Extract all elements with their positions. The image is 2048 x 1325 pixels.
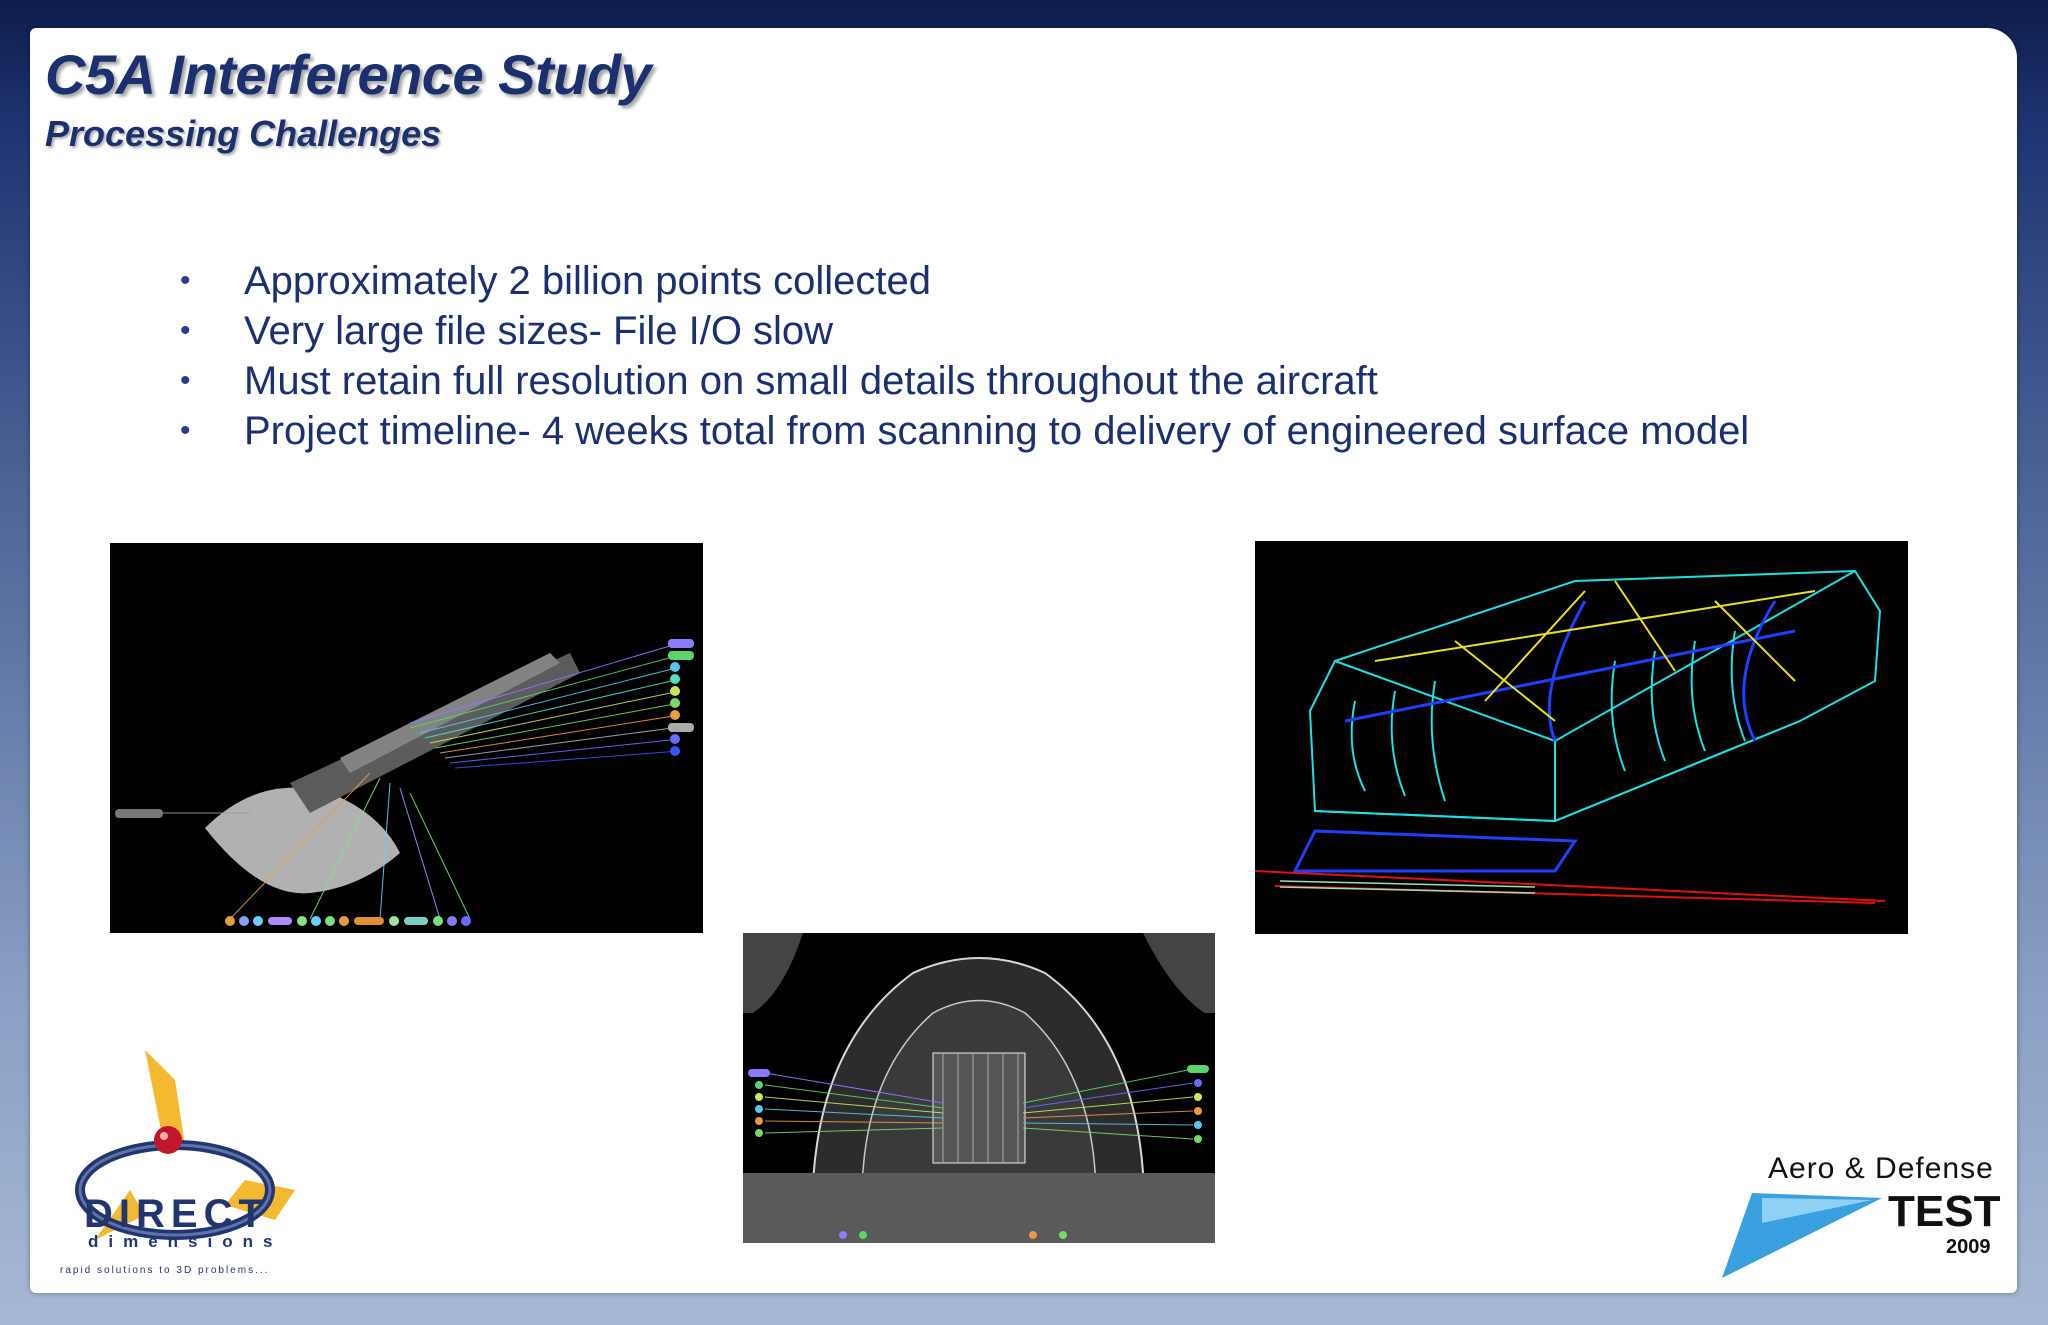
logo-tagline: rapid solutions to 3D problems... xyxy=(60,1265,270,1276)
bullet-dot: • xyxy=(180,364,191,397)
bullet-list: • Approximately 2 billion points collecte… xyxy=(180,256,1749,456)
test-logo-text: TEST xyxy=(1888,1187,2001,1236)
bullet-item: • Must retain full resolution on small de… xyxy=(180,356,1749,406)
bullet-dot: • xyxy=(180,314,191,347)
year-logo-text: 2009 xyxy=(1946,1236,1991,1258)
engineered-surface-wireframe-image xyxy=(1255,541,1908,934)
dimensions-logo-text: dimensions xyxy=(88,1232,283,1251)
bullet-text: Project timeline- 4 weeks total from sca… xyxy=(244,409,1750,453)
point-cloud-scan-graphic xyxy=(110,543,703,933)
slide-title: C5A Interference Study xyxy=(45,43,652,106)
direct-logo-text: DIRECT xyxy=(84,1192,269,1236)
slide-subtitle: Processing Challenges xyxy=(45,113,442,154)
bullet-dot: • xyxy=(180,414,191,447)
bullet-item: • Approximately 2 billion points collecte… xyxy=(180,256,1749,306)
bullet-text: Approximately 2 billion points collected xyxy=(244,259,932,303)
wireframe-graphic xyxy=(1255,541,1908,934)
bullet-item: • Project timeline- 4 weeks total from sc… xyxy=(180,406,1749,456)
aero-defense-swoosh-icon xyxy=(1722,1193,1882,1278)
bullet-item: • Very large file sizes- File I/O slow xyxy=(180,306,1749,356)
bullet-text: Very large file sizes- File I/O slow xyxy=(244,309,834,353)
cargo-bay-graphic xyxy=(743,933,1215,1243)
bullet-text: Must retain full resolution on small det… xyxy=(244,359,1378,403)
aero-defense-logo-text: Aero & Defense xyxy=(1768,1152,1994,1185)
cargo-bay-interior-image xyxy=(743,933,1215,1243)
bullet-dot: • xyxy=(180,264,191,297)
point-cloud-scan-image xyxy=(110,543,703,933)
